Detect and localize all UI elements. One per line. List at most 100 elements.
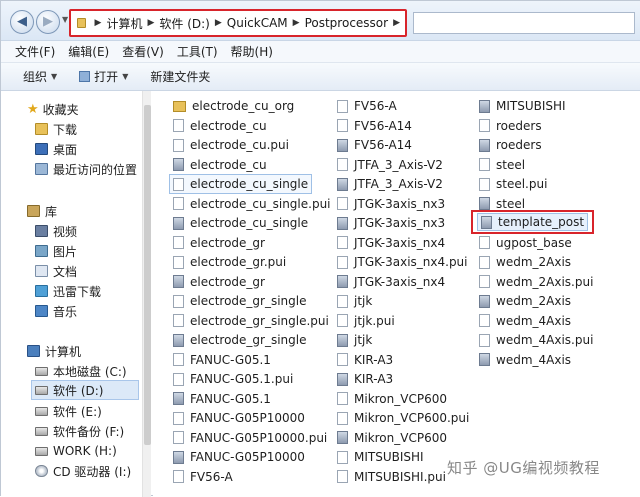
- script-file-icon: [173, 450, 184, 464]
- file-item[interactable]: electrode_cu.pui: [173, 135, 289, 155]
- breadcrumb-quickcam[interactable]: QuickCAM: [227, 16, 288, 30]
- file-item[interactable]: FANUC-G05P10000: [173, 408, 305, 428]
- file-name: FV56-A: [354, 99, 397, 113]
- nav-item-pictures[interactable]: 图片: [35, 241, 77, 261]
- file-item[interactable]: electrode_cu: [173, 116, 267, 136]
- menu-edit[interactable]: 编辑(E): [68, 43, 109, 60]
- file-item[interactable]: FV56-A: [173, 467, 233, 487]
- nav-item-documents[interactable]: 文档: [35, 261, 77, 281]
- file-item[interactable]: electrode_gr_single: [173, 291, 307, 311]
- nav-favorites[interactable]: ★ 收藏夹: [27, 99, 79, 119]
- nav-item-drive-d[interactable]: 软件 (D:): [31, 380, 139, 400]
- nav-item-cd-drive[interactable]: CD 驱动器 (I:): [35, 461, 131, 481]
- nav-item-downloads[interactable]: 下载: [35, 119, 77, 139]
- file-item[interactable]: steel.pui: [479, 174, 547, 194]
- file-item[interactable]: electrode_gr_single.pui: [173, 311, 329, 331]
- file-icon: [337, 255, 348, 269]
- file-item[interactable]: MITSUBISHI.pui: [337, 467, 446, 487]
- file-item[interactable]: MITSUBISHI: [337, 447, 424, 467]
- file-item[interactable]: Mikron_VCP600: [337, 428, 447, 448]
- back-button[interactable]: ◀: [10, 10, 34, 34]
- file-item[interactable]: FANUC-G05.1: [173, 350, 271, 370]
- file-item[interactable]: wedm_4Axis: [479, 311, 571, 331]
- open-button[interactable]: 打开 ▼: [79, 68, 128, 85]
- organize-button[interactable]: 组织 ▼: [23, 68, 57, 85]
- nav-item-drive-f[interactable]: 软件备份 (F:): [35, 421, 124, 441]
- file-item[interactable]: JTFA_3_Axis-V2: [337, 174, 443, 194]
- file-item[interactable]: JTGK-3axis_nx4.pui: [337, 252, 468, 272]
- history-dropdown-icon[interactable]: ▼: [62, 15, 68, 24]
- file-item[interactable]: electrode_cu_org: [173, 96, 294, 116]
- chevron-right-icon[interactable]: ▶: [215, 18, 222, 28]
- breadcrumb[interactable]: ▶ 计算机 ▶ 软件 (D:) ▶ QuickCAM ▶ Postprocess…: [69, 9, 407, 37]
- file-item[interactable]: electrode_gr_single: [173, 330, 307, 350]
- file-item[interactable]: electrode_cu_single: [173, 213, 308, 233]
- chevron-right-icon[interactable]: ▶: [147, 18, 154, 28]
- nav-scrollbar[interactable]: [142, 91, 151, 497]
- file-item[interactable]: FANUC-G05.1.pui: [173, 369, 293, 389]
- file-item[interactable]: FANUC-G05P10000.pui: [173, 428, 327, 448]
- chevron-right-icon[interactable]: ▶: [393, 18, 400, 28]
- forward-button[interactable]: ▶: [36, 10, 60, 34]
- menu-view[interactable]: 查看(V): [122, 43, 164, 60]
- chevron-right-icon[interactable]: ▶: [95, 18, 102, 28]
- menu-file[interactable]: 文件(F): [15, 43, 55, 60]
- file-name: template_post: [498, 215, 585, 229]
- file-item[interactable]: JTGK-3axis_nx3: [337, 213, 445, 233]
- file-item[interactable]: electrode_gr: [173, 272, 265, 292]
- file-item[interactable]: MITSUBISHI: [479, 96, 566, 116]
- file-item[interactable]: electrode_cu_single.pui: [173, 194, 331, 214]
- file-item[interactable]: Mikron_VCP600.pui: [337, 408, 469, 428]
- nav-libraries[interactable]: 库: [27, 201, 57, 221]
- file-item[interactable]: JTGK-3axis_nx4: [337, 272, 445, 292]
- file-item[interactable]: Mikron_VCP600: [337, 389, 447, 409]
- file-item[interactable]: JTGK-3axis_nx4: [337, 233, 445, 253]
- breadcrumb-computer[interactable]: 计算机: [106, 15, 142, 32]
- file-item[interactable]: ugpost_base: [479, 233, 572, 253]
- file-item[interactable]: steel: [479, 155, 525, 175]
- file-item[interactable]: KIR-A3: [337, 350, 393, 370]
- file-icon: [173, 255, 184, 269]
- file-item[interactable]: electrode_gr.pui: [173, 252, 286, 272]
- file-item[interactable]: electrode_cu_single: [169, 174, 313, 194]
- file-item[interactable]: wedm_2Axis: [479, 291, 571, 311]
- file-item[interactable]: wedm_4Axis: [479, 350, 571, 370]
- file-item[interactable]: template_post: [471, 210, 595, 234]
- nav-computer[interactable]: 计算机: [27, 341, 81, 361]
- file-item[interactable]: jtjk: [337, 291, 372, 311]
- new-folder-button[interactable]: 新建文件夹: [150, 68, 210, 85]
- nav-item-drive-c[interactable]: 本地磁盘 (C:): [35, 361, 127, 381]
- file-item[interactable]: FANUC-G05.1: [173, 389, 271, 409]
- file-item[interactable]: wedm_2Axis.pui: [479, 272, 593, 292]
- nav-item-thunder-downloads[interactable]: 迅雷下载: [35, 281, 101, 301]
- file-item[interactable]: jtjk: [337, 330, 372, 350]
- nav-item-videos[interactable]: 视频: [35, 221, 77, 241]
- file-item[interactable]: wedm_2Axis: [479, 252, 571, 272]
- nav-item-drive-h[interactable]: WORK (H:): [35, 441, 117, 461]
- file-item[interactable]: JTGK-3axis_nx3: [337, 194, 445, 214]
- search-input[interactable]: [413, 12, 635, 34]
- nav-item-drive-e[interactable]: 软件 (E:): [35, 401, 102, 421]
- file-item[interactable]: electrode_gr: [173, 233, 265, 253]
- scrollbar-thumb[interactable]: [144, 105, 151, 445]
- file-item[interactable]: FV56-A14: [337, 135, 412, 155]
- file-item[interactable]: jtjk.pui: [337, 311, 395, 331]
- menu-tools[interactable]: 工具(T): [177, 43, 218, 60]
- file-item[interactable]: FANUC-G05P10000: [173, 447, 305, 467]
- file-item[interactable]: roeders: [479, 116, 542, 136]
- menu-help[interactable]: 帮助(H): [231, 43, 273, 60]
- nav-item-music[interactable]: 音乐: [35, 301, 77, 321]
- chevron-right-icon[interactable]: ▶: [293, 18, 300, 28]
- file-item[interactable]: roeders: [479, 135, 542, 155]
- breadcrumb-postprocessor[interactable]: Postprocessor: [305, 16, 389, 30]
- file-item[interactable]: FV56-A14: [337, 116, 412, 136]
- nav-item-recent[interactable]: 最近访问的位置: [35, 159, 137, 179]
- file-item[interactable]: electrode_cu: [173, 155, 267, 175]
- breadcrumb-drive-d[interactable]: 软件 (D:): [159, 15, 209, 32]
- file-name: KIR-A3: [354, 372, 394, 386]
- file-item[interactable]: FV56-A: [337, 96, 397, 116]
- nav-item-desktop[interactable]: 桌面: [35, 139, 77, 159]
- file-item[interactable]: JTFA_3_Axis-V2: [337, 155, 443, 175]
- file-item[interactable]: wedm_4Axis.pui: [479, 330, 593, 350]
- file-item[interactable]: KIR-A3: [337, 369, 393, 389]
